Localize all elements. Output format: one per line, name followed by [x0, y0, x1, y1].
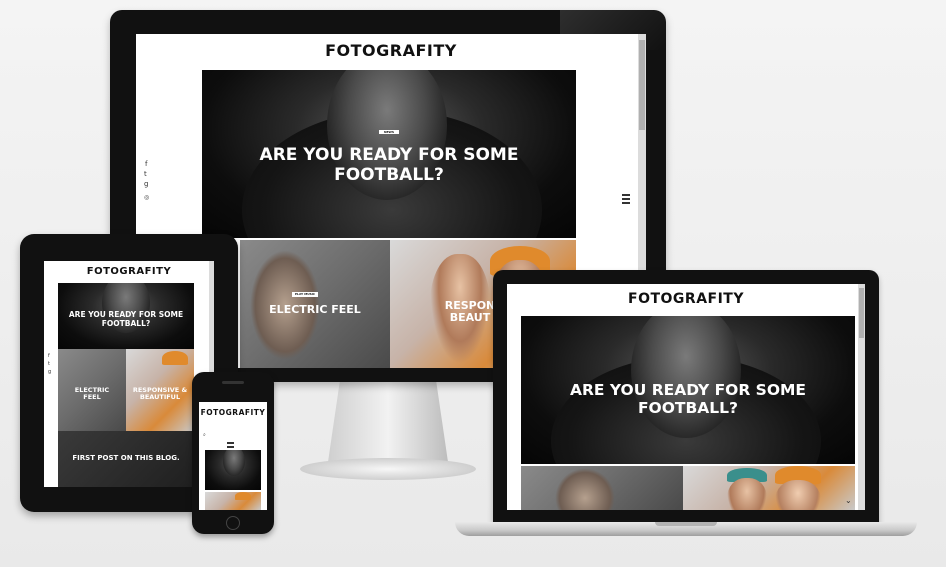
post-tile-first-post[interactable]: FIRST POST ON THIS BLOG.: [58, 431, 194, 487]
phone-speaker: [222, 381, 244, 384]
laptop-screen: FOTOGRAFITY ARE YOU READY FOR SOME FOOTB…: [507, 284, 865, 510]
post-tile-responsive[interactable]: RESPONSIVE & BEAUTIFUL: [126, 349, 194, 431]
tile-title[interactable]: ELECTRIC FEEL: [68, 386, 116, 401]
site-logo[interactable]: FOTOGRAFITY: [507, 291, 865, 307]
google-plus-icon[interactable]: g: [48, 369, 51, 375]
phone-home-button[interactable]: [226, 516, 240, 530]
post-tile-electric-feel[interactable]: ELECTRIC FEEL: [58, 349, 126, 431]
tile-category-tag[interactable]: PLAY MUSIC: [292, 292, 318, 297]
search-icon[interactable]: ⌕: [203, 432, 206, 438]
post-tile-electric-feel[interactable]: [521, 466, 683, 510]
hero-headline[interactable]: ARE YOU READY FOR SOME FOOTBALL?: [68, 310, 184, 328]
tile-orange-hat: [235, 492, 251, 500]
post-tile-responsive[interactable]: [683, 466, 855, 510]
monitor-stand-neck: [328, 380, 448, 462]
hero-banner[interactable]: ARE YOU READY FOR SOME FOOTBALL?: [58, 283, 194, 349]
tile-portrait-left: [727, 478, 767, 510]
post-tile-electric-feel[interactable]: PLAY MUSIC ELECTRIC FEEL: [240, 240, 390, 368]
site-logo[interactable]: FOTOGRAFITY: [136, 41, 646, 60]
hero-banner[interactable]: [205, 450, 261, 490]
hamburger-menu-icon[interactable]: [622, 194, 630, 206]
twitter-icon[interactable]: t: [144, 170, 147, 178]
monitor-stand-base: [300, 458, 476, 480]
scrollbar-thumb[interactable]: [859, 288, 864, 338]
tile-portrait: [555, 468, 615, 510]
laptop-trackpad-notch: [655, 522, 717, 526]
hero-headline[interactable]: ARE YOU READY FOR SOME FOOTBALL?: [555, 381, 821, 418]
facebook-icon[interactable]: f: [48, 353, 50, 359]
tile-title[interactable]: ELECTRIC FEEL: [240, 303, 390, 316]
tile-orange-hat: [162, 351, 188, 365]
scrollbar-thumb[interactable]: [639, 40, 645, 130]
phone: FOTOGRAFITY ⌕: [192, 372, 274, 534]
phone-screen: FOTOGRAFITY ⌕: [199, 402, 267, 510]
twitter-icon[interactable]: t: [48, 361, 50, 367]
google-plus-icon[interactable]: g: [144, 180, 148, 188]
tile-title[interactable]: FIRST POST ON THIS BLOG.: [68, 454, 184, 463]
site-logo[interactable]: FOTOGRAFITY: [44, 266, 214, 277]
post-tile-responsive[interactable]: [205, 492, 261, 510]
tablet-screen: FOTOGRAFITY f t g ARE YOU READY FOR SOME…: [44, 261, 214, 487]
tile-title[interactable]: RESPONSIVE & BEAUTIFUL: [130, 386, 190, 401]
laptop: FOTOGRAFITY ARE YOU READY FOR SOME FOOTB…: [455, 270, 917, 540]
hero-banner[interactable]: NEWS ARE YOU READY FOR SOME FOOTBALL?: [202, 70, 576, 238]
instagram-icon[interactable]: ◎: [144, 194, 149, 201]
hero-portrait: [223, 450, 245, 476]
site-logo[interactable]: FOTOGRAFITY: [199, 408, 267, 417]
hero-banner[interactable]: ARE YOU READY FOR SOME FOOTBALL?: [521, 316, 855, 464]
chevron-down-icon[interactable]: ⌄: [845, 496, 852, 505]
hero-category-tag[interactable]: NEWS: [379, 130, 399, 134]
hero-headline[interactable]: ARE YOU READY FOR SOME FOOTBALL?: [249, 145, 529, 185]
tile-portrait-right: [775, 480, 821, 510]
facebook-icon[interactable]: f: [145, 160, 147, 168]
